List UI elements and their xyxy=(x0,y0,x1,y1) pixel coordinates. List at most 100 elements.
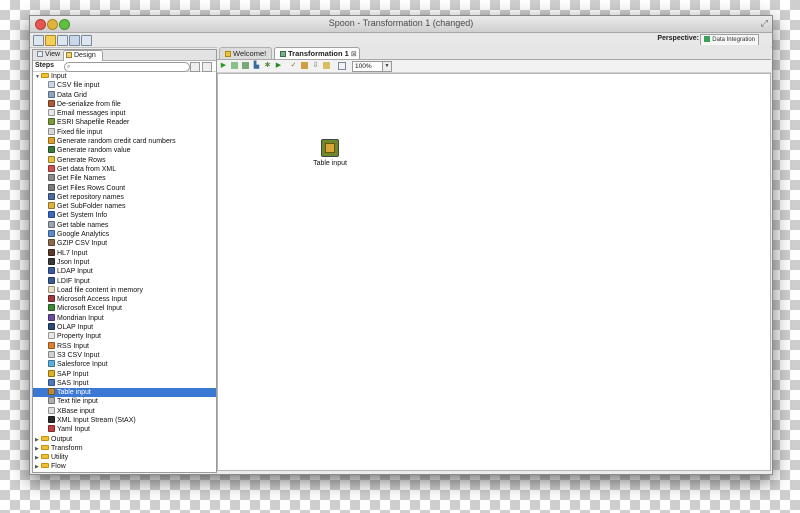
transformation-canvas[interactable]: Table input xyxy=(217,73,771,471)
run-icon[interactable]: ▶ xyxy=(220,62,227,69)
step-item[interactable]: SAP Input xyxy=(33,369,216,379)
close-tab-icon[interactable]: ⊠ xyxy=(351,51,357,58)
tree-category-output[interactable]: ▶ Output xyxy=(33,435,216,444)
explore-repository-icon[interactable] xyxy=(57,35,68,46)
step-item-label: XML Input Stream (StAX) xyxy=(57,416,136,424)
step-item[interactable]: Generate random credit card numbers xyxy=(33,137,216,146)
tree-category-flow[interactable]: ▶ Flow xyxy=(33,462,216,471)
step-item[interactable]: Microsoft Access Input xyxy=(33,295,216,304)
step-item[interactable]: HL7 Input xyxy=(33,248,216,258)
step-item[interactable]: Get data from XML xyxy=(33,164,216,174)
step-item[interactable]: S3 CSV Input xyxy=(33,350,216,360)
step-type-icon xyxy=(48,183,55,191)
step-item[interactable]: Microsoft Excel Input xyxy=(33,304,216,313)
step-item[interactable]: Load file content in memory xyxy=(33,285,216,295)
step-type-icon xyxy=(48,397,55,405)
step-item[interactable]: LDIF Input xyxy=(33,276,216,286)
tree-category-input[interactable]: ▼ Input xyxy=(33,72,216,81)
step-item[interactable]: Get System Info xyxy=(33,211,216,220)
verify-icon[interactable]: ✓ xyxy=(290,62,297,69)
step-item-label: OLAP Input xyxy=(57,324,94,332)
editor-tab-bar: Welcome! Transformation 1 ⊠ xyxy=(217,45,771,60)
step-item[interactable]: Yaml Input xyxy=(33,425,216,434)
step-type-icon xyxy=(48,378,55,386)
step-item[interactable]: Get Files Rows Count xyxy=(33,183,216,193)
step-item[interactable]: Table input xyxy=(33,388,216,398)
step-item-label: Microsoft Excel Input xyxy=(57,305,122,313)
step-item-label: De-serialize from file xyxy=(57,100,121,108)
step-item[interactable]: Email messages input xyxy=(33,109,216,118)
step-item[interactable]: ESRI Shapefile Reader xyxy=(33,118,216,127)
step-item[interactable]: Google Analytics xyxy=(33,230,216,239)
step-type-icon xyxy=(48,164,55,172)
tab-view[interactable]: View xyxy=(35,50,64,60)
tree-category-label: Utility xyxy=(51,454,69,462)
step-item[interactable]: Get repository names xyxy=(33,192,216,202)
save-icon[interactable] xyxy=(69,35,80,46)
step-item-label: Get data from XML xyxy=(57,165,117,173)
step-type-icon xyxy=(48,239,55,247)
step-item[interactable]: Json Input xyxy=(33,257,216,267)
step-item[interactable]: Salesforce Input xyxy=(33,360,216,369)
save-as-icon[interactable] xyxy=(81,35,92,46)
stop-icon[interactable] xyxy=(242,62,249,69)
step-item-label: Get table names xyxy=(57,221,109,229)
step-item[interactable]: Fixed file input xyxy=(33,127,216,137)
step-item[interactable]: GZIP CSV Input xyxy=(33,239,216,248)
step-item[interactable]: Mondrian Input xyxy=(33,313,216,323)
step-item[interactable]: Generate random value xyxy=(33,146,216,155)
table-input-icon[interactable] xyxy=(321,139,339,157)
step-item[interactable]: OLAP Input xyxy=(33,323,216,332)
tree-category-utility[interactable]: ▶ Utility xyxy=(33,453,216,462)
step-item-label: SAS Input xyxy=(57,379,89,387)
step-type-icon xyxy=(48,211,55,219)
tab-design[interactable]: Design xyxy=(63,50,103,61)
step-item[interactable]: Generate Rows xyxy=(33,155,216,165)
step-type-icon xyxy=(48,425,55,433)
step-item[interactable]: SAS Input xyxy=(33,378,216,388)
step-item[interactable]: XBase input xyxy=(33,406,216,416)
impact-icon[interactable] xyxy=(301,62,308,69)
step-item[interactable]: CSV file input xyxy=(33,81,216,90)
step-item-label: Text file input xyxy=(57,398,98,406)
step-item-label: Get Files Rows Count xyxy=(57,184,126,192)
step-item[interactable]: LDAP Input xyxy=(33,267,216,276)
tree-category-label: Output xyxy=(51,435,73,443)
step-item[interactable]: XML Input Stream (StAX) xyxy=(33,415,216,425)
step-item-label: Generate random value xyxy=(57,147,131,155)
open-folder-icon[interactable] xyxy=(45,35,56,46)
sql-icon[interactable]: ⇩ xyxy=(312,62,319,69)
step-item[interactable]: Get SubFolder names xyxy=(33,202,216,211)
step-item[interactable]: Get File Names xyxy=(33,174,216,183)
search-icon: ⌕ xyxy=(67,64,71,70)
fullscreen-icon[interactable]: ⤢ xyxy=(761,18,768,29)
pause-icon[interactable] xyxy=(231,62,238,69)
tab-transformation-1[interactable]: Transformation 1 ⊠ xyxy=(274,47,360,59)
explore-db-icon[interactable] xyxy=(323,62,330,69)
transformation-toolbar: ▶ ▙ ✱ ▶ ✓ ⇩ 100% ▼ xyxy=(217,60,771,73)
step-item[interactable]: Get table names xyxy=(33,220,216,230)
zoom-dropdown-icon[interactable]: ▼ xyxy=(382,61,392,72)
perspective-value: Data Integration xyxy=(712,37,755,43)
step-item[interactable]: Data Grid xyxy=(33,90,216,100)
step-item-label: S3 CSV Input xyxy=(57,351,100,359)
step-item-label: Get File Names xyxy=(57,175,106,183)
expand-all-icon[interactable] xyxy=(202,62,212,72)
preview-icon[interactable]: ▙ xyxy=(253,62,260,69)
step-type-icon xyxy=(48,341,55,349)
new-file-icon[interactable] xyxy=(33,35,44,46)
tab-welcome[interactable]: Welcome! xyxy=(219,47,272,59)
design-pencil-icon xyxy=(66,52,72,58)
replay-icon[interactable]: ▶ xyxy=(275,62,282,69)
collapse-all-icon[interactable] xyxy=(190,62,200,72)
step-item[interactable]: Property Input xyxy=(33,332,216,341)
folder-icon xyxy=(41,454,49,460)
tree-category-transform[interactable]: ▶ Transform xyxy=(33,444,216,453)
debug-icon[interactable]: ✱ xyxy=(264,62,271,69)
step-item[interactable]: De-serialize from file xyxy=(33,99,216,109)
step-item[interactable]: Text file input xyxy=(33,397,216,406)
steps-search-input[interactable] xyxy=(64,62,190,72)
zoom-input[interactable]: 100% xyxy=(352,61,386,72)
step-item[interactable]: RSS Input xyxy=(33,341,216,351)
show-results-icon[interactable] xyxy=(338,62,346,70)
